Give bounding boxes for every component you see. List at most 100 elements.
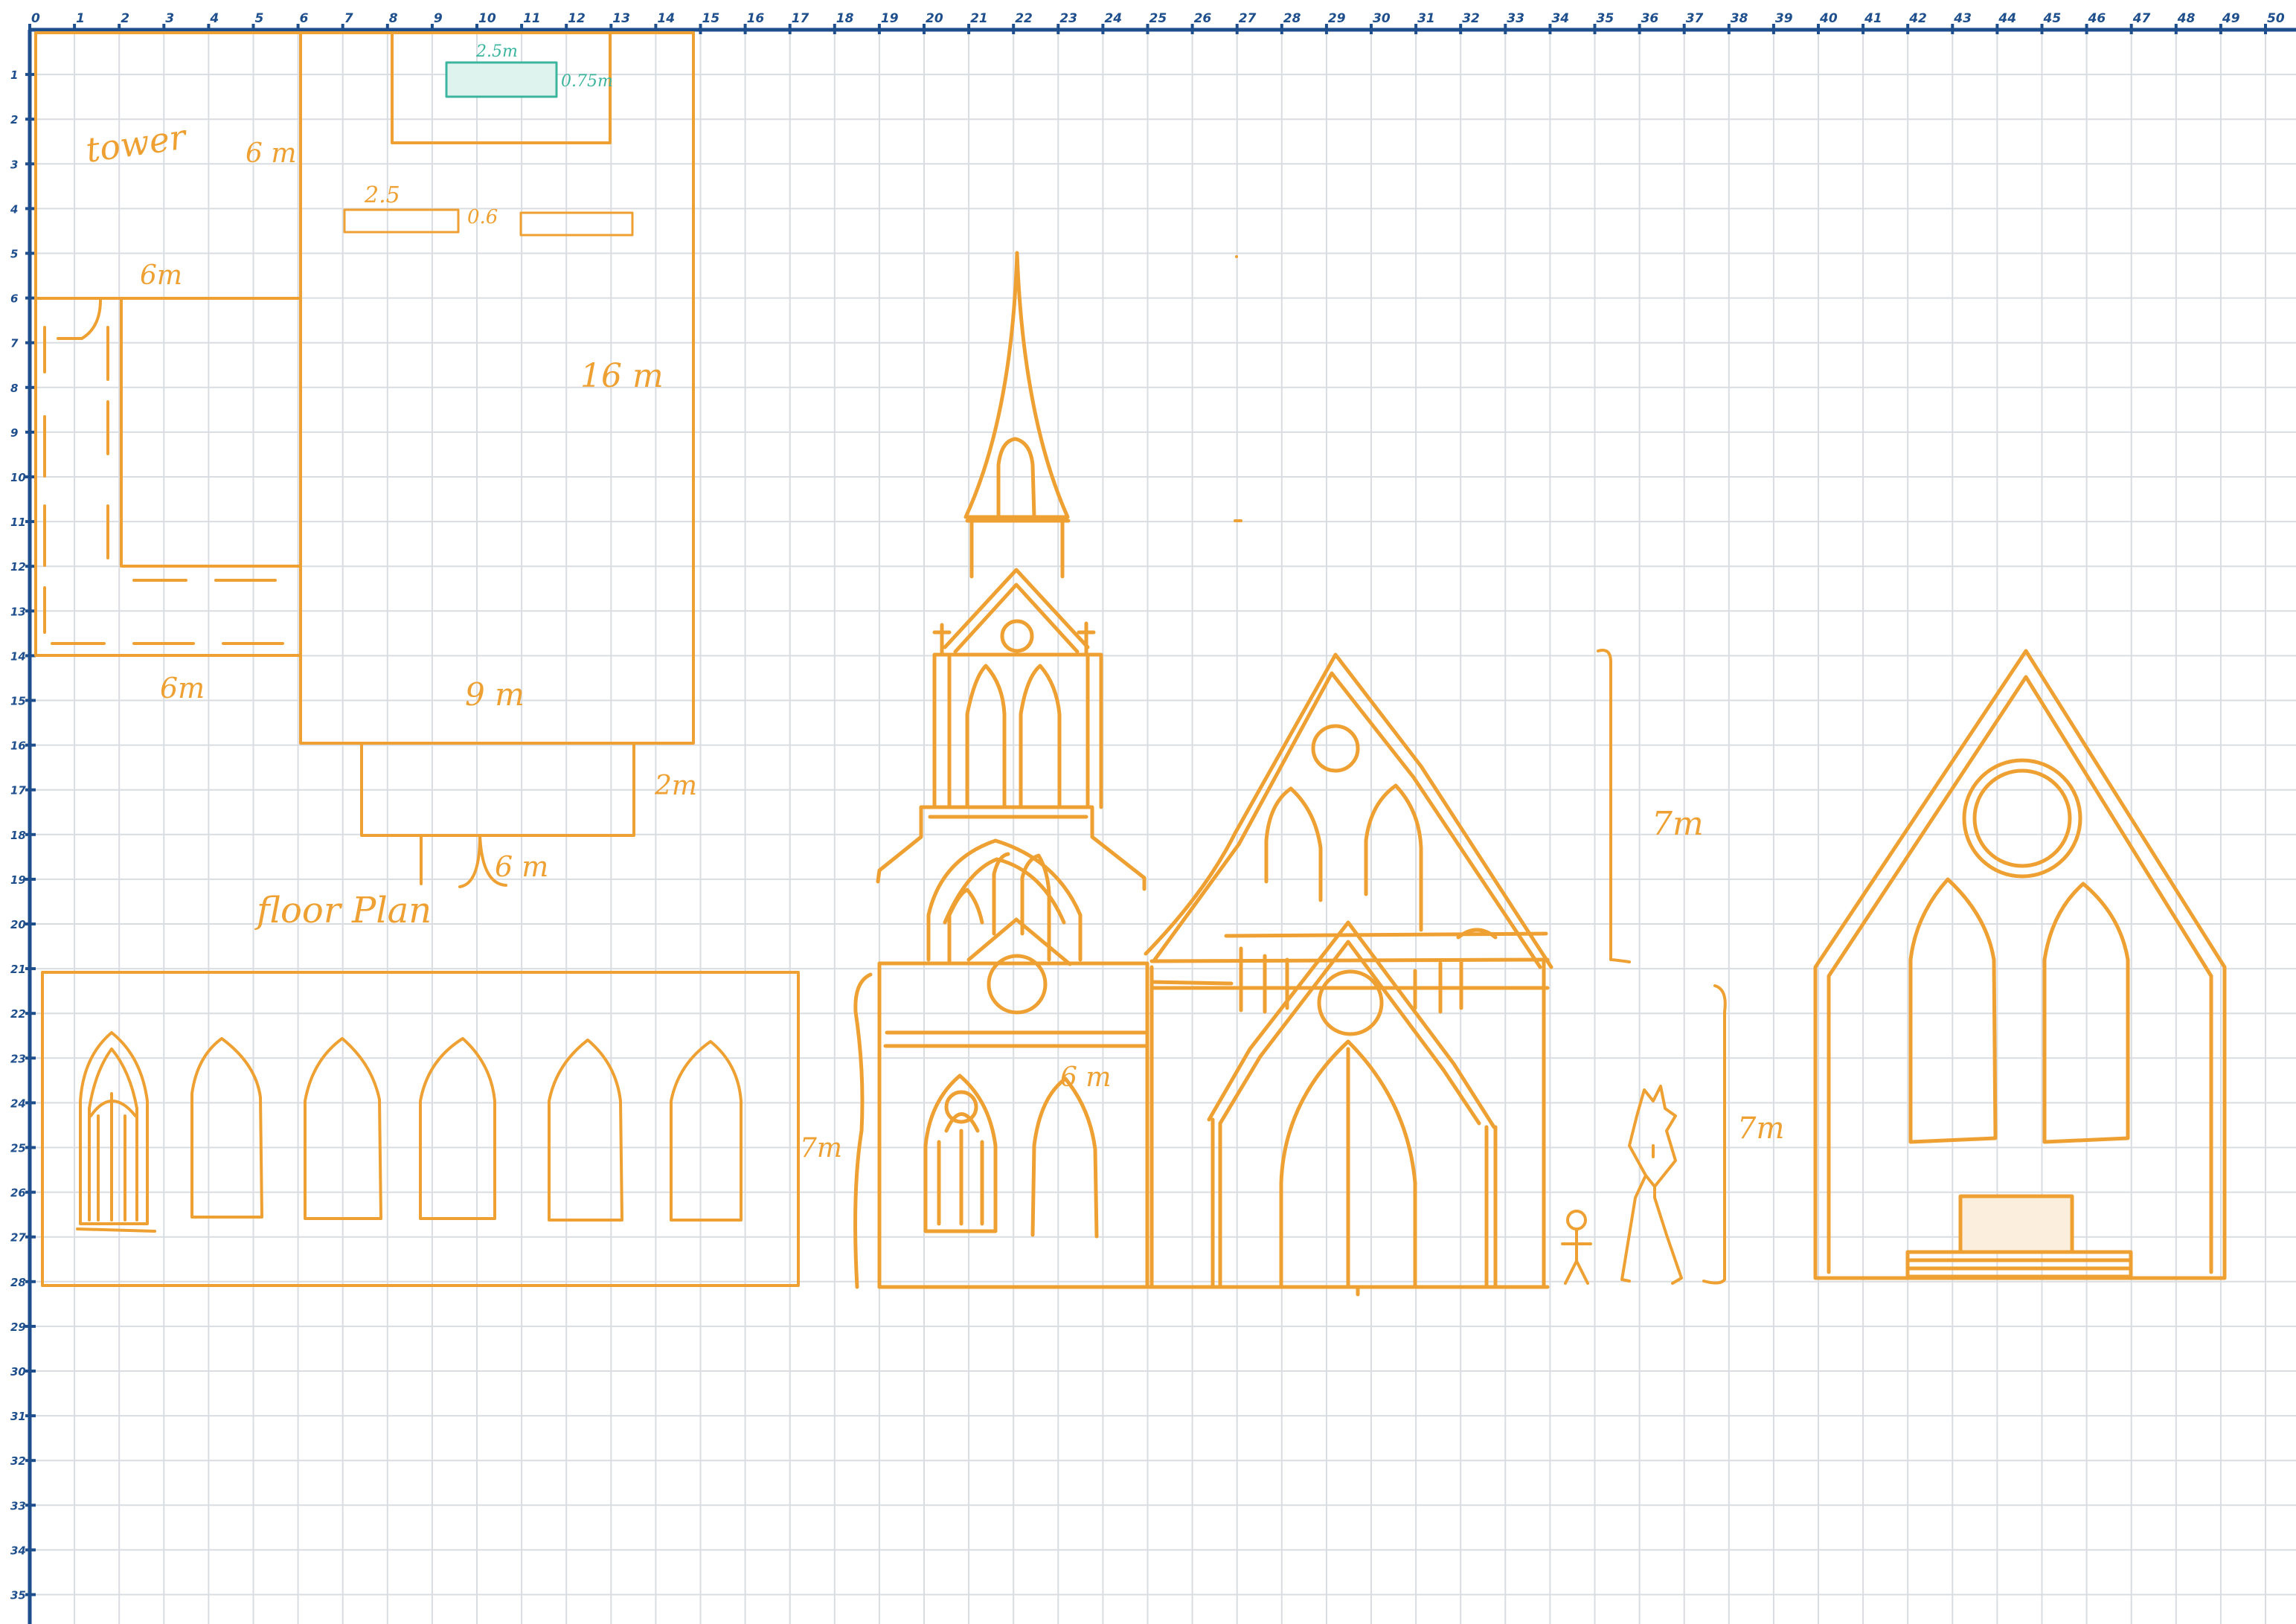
top-ruler-label: 8 bbox=[389, 11, 398, 26]
left-ruler-label: 23 bbox=[10, 1052, 26, 1065]
left-ruler-label: 5 bbox=[10, 248, 18, 261]
floor-plan-title: floor Plan bbox=[254, 890, 432, 931]
pew-gap-label: 0.6 bbox=[467, 206, 498, 228]
chapel-platform bbox=[1958, 1194, 2074, 1254]
porch-depth-label: 2m bbox=[654, 771, 697, 801]
top-ruler-label: 41 bbox=[1864, 11, 1882, 26]
left-ruler-label: 27 bbox=[10, 1231, 26, 1245]
left-ruler-label: 7 bbox=[10, 337, 19, 350]
left-ruler-label: 1 bbox=[10, 68, 18, 82]
top-ruler-label: 21 bbox=[970, 11, 988, 26]
left-ruler-label: 16 bbox=[10, 739, 26, 753]
left-ruler-label: 26 bbox=[10, 1187, 26, 1200]
top-ruler-label: 26 bbox=[1194, 11, 1212, 26]
top-ruler-label: 14 bbox=[657, 11, 675, 26]
top-ruler-label: 7 bbox=[344, 11, 353, 26]
top-ruler-label: 34 bbox=[1551, 11, 1569, 26]
top-ruler-label: 22 bbox=[1015, 11, 1033, 26]
top-ruler-label: 46 bbox=[2088, 11, 2106, 26]
top-ruler-label: 9 bbox=[434, 11, 443, 26]
left-ruler-label: 19 bbox=[10, 873, 26, 887]
top-ruler-label: 28 bbox=[1283, 11, 1301, 26]
top-ruler-label: 12 bbox=[568, 11, 586, 26]
top-ruler-label: 35 bbox=[1597, 11, 1614, 26]
top-ruler-label: 50 bbox=[2267, 11, 2285, 26]
top-ruler-label: 11 bbox=[523, 11, 541, 26]
top-ruler-label: 36 bbox=[1641, 11, 1659, 26]
left-ruler-label: 22 bbox=[10, 1007, 26, 1021]
top-ruler-label: 45 bbox=[2043, 11, 2062, 26]
pew-length-label: 2.5 bbox=[364, 182, 400, 208]
top-ruler-label: 15 bbox=[702, 11, 720, 26]
top-ruler-label: 1 bbox=[76, 11, 85, 26]
top-ruler-label: 47 bbox=[2132, 11, 2151, 26]
top-ruler-label: 25 bbox=[1149, 11, 1167, 26]
top-ruler-label: 0 bbox=[31, 11, 40, 26]
left-ruler-label: 9 bbox=[10, 426, 18, 440]
aisle-width-label: 6m bbox=[160, 672, 205, 705]
tower-height-label: 6 m bbox=[246, 138, 296, 169]
altar bbox=[445, 61, 558, 98]
left-ruler-label: 30 bbox=[10, 1365, 26, 1379]
left-ruler-label: 20 bbox=[10, 918, 26, 931]
top-ruler-label: 2 bbox=[121, 11, 129, 26]
altar-width-label: 2.5m bbox=[475, 42, 518, 61]
left-ruler-label: 18 bbox=[10, 829, 26, 842]
left-ruler-label: 32 bbox=[10, 1454, 26, 1468]
figure-height-label: 7m bbox=[1737, 1111, 1784, 1146]
left-ruler-label: 12 bbox=[10, 560, 26, 574]
left-ruler-label: 14 bbox=[10, 649, 26, 663]
top-ruler-label: 23 bbox=[1059, 11, 1077, 26]
top-ruler-label: 43 bbox=[1953, 11, 1972, 26]
left-ruler-label: 17 bbox=[10, 784, 26, 797]
top-ruler-label: 39 bbox=[1775, 11, 1793, 26]
top-ruler-label: 19 bbox=[881, 11, 899, 26]
top-ruler-label: 5 bbox=[255, 11, 264, 26]
top-ruler-label: 18 bbox=[836, 11, 854, 26]
left-ruler-label: 15 bbox=[10, 695, 26, 708]
top-ruler-label: 6 bbox=[300, 11, 309, 26]
top-ruler-label: 32 bbox=[1462, 11, 1480, 26]
top-ruler-label: 42 bbox=[1908, 11, 1927, 26]
left-ruler-label: 13 bbox=[10, 605, 26, 618]
top-ruler-label: 31 bbox=[1417, 11, 1435, 26]
top-ruler-label: 30 bbox=[1373, 11, 1391, 26]
left-ruler-label: 6 bbox=[10, 292, 18, 306]
nave-width-label: 9 m bbox=[465, 676, 525, 713]
top-ruler-label: 13 bbox=[612, 11, 630, 26]
top-ruler-label: 16 bbox=[747, 11, 765, 26]
left-ruler-label: 25 bbox=[10, 1142, 26, 1155]
top-ruler-label: 20 bbox=[926, 11, 943, 26]
top-ruler-label: 27 bbox=[1239, 11, 1257, 26]
side-height-label: 7m bbox=[800, 1133, 842, 1164]
top-ruler-label: 24 bbox=[1104, 11, 1122, 26]
top-ruler-label: 33 bbox=[1507, 11, 1524, 26]
left-ruler-label: 24 bbox=[10, 1097, 26, 1110]
left-ruler-label: 34 bbox=[10, 1544, 26, 1557]
altar-depth-label: 0.75m bbox=[561, 72, 613, 91]
left-ruler-label: 33 bbox=[10, 1499, 26, 1512]
left-ruler-label: 4 bbox=[10, 202, 18, 216]
top-ruler-label: 44 bbox=[1998, 11, 2016, 26]
top-ruler-label: 17 bbox=[792, 11, 809, 26]
top-ruler-label: 4 bbox=[209, 11, 219, 26]
top-ruler-label: 29 bbox=[1328, 11, 1346, 26]
left-ruler-label: 28 bbox=[10, 1276, 26, 1289]
left-ruler-label: 29 bbox=[10, 1320, 26, 1334]
drawing-canvas[interactable]: 0 1 2 3 4 5 6 7 8 9 10 11 12 13 14 15 16 17 18 19 20 21 22 23 24… bbox=[0, 0, 2296, 1624]
top-ruler-label: 49 bbox=[2222, 11, 2240, 26]
gable-height-label: 7m bbox=[1652, 805, 1704, 843]
left-ruler-label: 11 bbox=[10, 516, 26, 529]
left-ruler-label: 8 bbox=[10, 382, 18, 395]
tower-width-label: 6m bbox=[140, 260, 182, 291]
top-ruler-label: 37 bbox=[1686, 11, 1704, 26]
left-ruler-label: 10 bbox=[10, 471, 26, 484]
left-ruler-label: 2 bbox=[10, 113, 18, 126]
nave-length-label: 16 m bbox=[580, 357, 664, 395]
steps-width-label: 6 m bbox=[495, 850, 548, 883]
left-ruler-label: 3 bbox=[10, 158, 18, 171]
left-ruler-label: 31 bbox=[10, 1410, 26, 1423]
top-ruler-label: 3 bbox=[165, 11, 174, 26]
top-ruler-label: 40 bbox=[1819, 11, 1838, 26]
top-ruler-label: 48 bbox=[2177, 11, 2196, 26]
